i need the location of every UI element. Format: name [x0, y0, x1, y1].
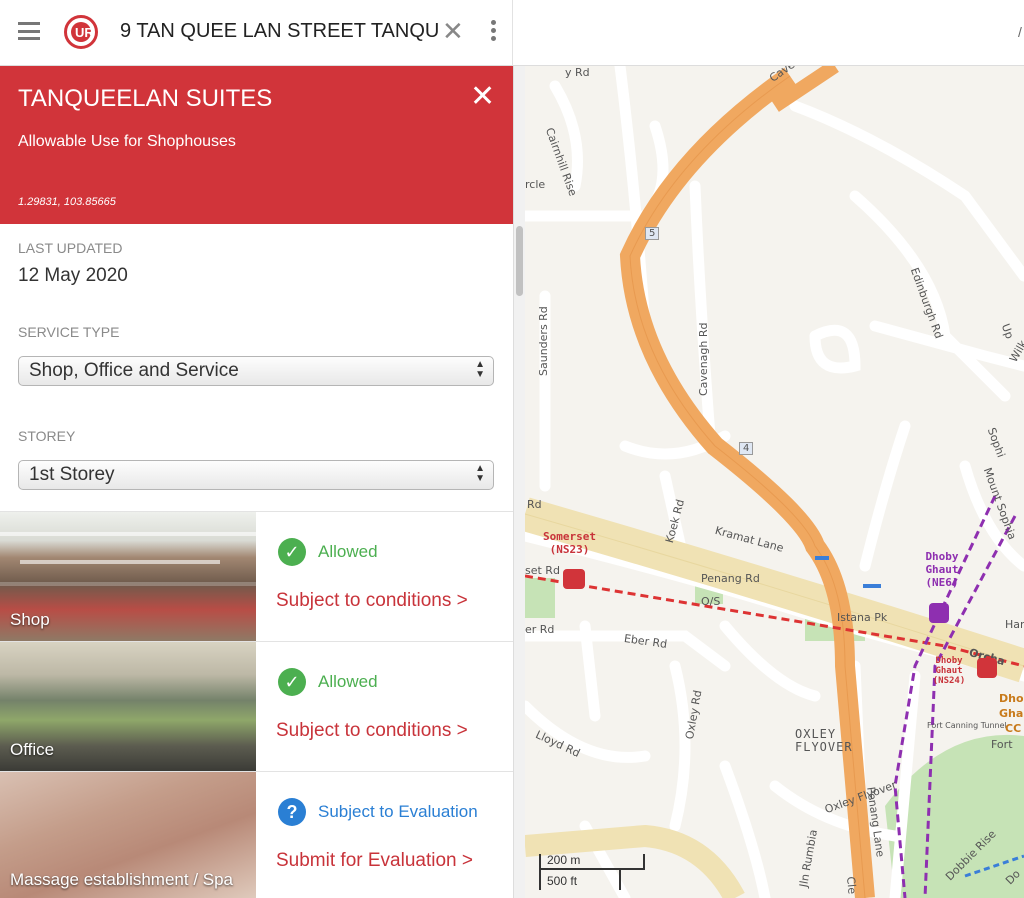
logo-text: UR	[75, 25, 94, 40]
question-icon: ?	[278, 798, 306, 826]
train-icon	[929, 603, 949, 623]
shop-photo: Shop	[0, 512, 256, 642]
service-type-value: Shop, Office and Service	[29, 360, 239, 381]
street-label: Cle	[844, 876, 859, 895]
use-name: Massage establishment / Spa	[10, 870, 234, 889]
station-code: (NS23)	[549, 543, 590, 556]
street-label: Dhol	[999, 692, 1024, 705]
station-code: (NS24)	[932, 676, 966, 686]
search-bar: UR 9 TAN QUEE LAN STREET TANQU ✕	[0, 0, 513, 66]
mrt-station-dhoby-ghaut-ns[interactable]: Dhoby Ghaut (NS24)	[929, 656, 969, 686]
street-label: Rd	[527, 498, 542, 511]
station-code: (NE6)	[925, 576, 959, 589]
storey-label: STOREY	[18, 428, 76, 444]
submit-for-evaluation-link[interactable]: Submit for Evaluation >	[276, 850, 473, 872]
train-icon	[977, 658, 997, 678]
route-marker: 4	[739, 442, 754, 455]
clear-search-icon[interactable]: ✕	[442, 18, 464, 44]
street-label: y Rd	[565, 66, 590, 79]
spa-photo: Massage establishment / Spa	[0, 772, 256, 898]
route-marker: 5	[645, 227, 660, 240]
storey-value: 1st Storey	[29, 464, 115, 485]
select-arrows-icon: ▲ ▼	[475, 359, 485, 380]
more-options-icon[interactable]	[491, 20, 497, 42]
oxley-flyover-label: OXLEY FLYOVER	[795, 727, 853, 754]
last-updated-value: 12 May 2020	[18, 265, 128, 286]
subject-to-conditions-link[interactable]: Subject to conditions >	[276, 720, 468, 742]
panel-subtitle: Allowable Use for Shophouses	[18, 133, 236, 150]
storey-select[interactable]: 1st Storey ▲ ▼	[18, 460, 494, 490]
use-row-shop[interactable]: Shop ✓ Allowed Subject to conditions >	[0, 511, 513, 642]
street-label: Fort Canning Tunnel	[927, 721, 1007, 730]
select-arrows-icon: ▲ ▼	[475, 463, 485, 484]
hamburger-menu-icon[interactable]	[18, 22, 40, 40]
office-photo: Office	[0, 642, 256, 772]
property-title: TANQUEELAN SUITES	[18, 85, 273, 112]
scale-imperial: 500 ft	[547, 874, 578, 888]
scale-metric: 200 m	[547, 853, 581, 867]
top-bar: UR 9 TAN QUEE LAN STREET TANQU ✕ /	[0, 0, 1024, 66]
street-label: er Rd	[525, 623, 555, 636]
street-label: O/S	[701, 595, 721, 608]
map-view[interactable]: 5 4 Cairnhill Rise Saunders Rd Cavenagh …	[525, 66, 1024, 898]
status-text: Subject to Evaluation	[318, 802, 478, 821]
street-label: Saunders Rd	[537, 306, 550, 376]
street-label: Penang Rd	[701, 572, 760, 585]
use-row-spa[interactable]: Massage establishment / Spa ? Subject to…	[0, 771, 513, 898]
station-name: Dhoby Ghaut	[935, 656, 963, 676]
check-icon: ✓	[278, 668, 306, 696]
train-icon	[563, 569, 585, 589]
use-name: Shop	[10, 610, 50, 629]
station-name: Somerset	[543, 530, 596, 543]
scrollbar-thumb[interactable]	[516, 226, 523, 296]
street-label: CC	[1005, 722, 1022, 735]
mrt-station-somerset[interactable]: Somerset (NS23)	[543, 530, 596, 556]
street-label: Han	[1005, 618, 1024, 631]
status-text: Allowed	[318, 672, 378, 691]
map-scale: 200 m 500 ft	[539, 850, 645, 892]
street-label: set Rd	[525, 564, 560, 577]
ura-logo: UR	[64, 15, 98, 49]
use-row-office[interactable]: Office ✓ Allowed Subject to conditions >	[0, 641, 513, 772]
service-type-label: SERVICE TYPE	[18, 324, 120, 340]
street-label: Ghai	[999, 707, 1024, 720]
subject-to-conditions-link[interactable]: Subject to conditions >	[276, 590, 468, 612]
status: ? Subject to Evaluation	[278, 798, 478, 826]
station-name: Dhoby Ghaut	[925, 550, 959, 576]
last-updated-label: LAST UPDATED	[18, 240, 123, 256]
close-panel-icon[interactable]: ✕	[470, 82, 495, 112]
check-icon: ✓	[278, 538, 306, 566]
street-label: Fort	[991, 738, 1013, 751]
service-type-select[interactable]: Shop, Office and Service ▲ ▼	[18, 356, 494, 386]
panel-scrollbar[interactable]	[513, 66, 525, 898]
info-panel: TANQUEELAN SUITES ✕ Allowable Use for Sh…	[0, 66, 513, 898]
status: ✓ Allowed	[278, 668, 378, 696]
mrt-station-dhoby-ghaut-ne[interactable]: Dhoby Ghaut (NE6)	[921, 550, 963, 589]
map-toolbar-glyph: /	[1018, 24, 1022, 40]
use-name: Office	[10, 740, 55, 759]
map-canvas	[525, 66, 1024, 898]
search-input[interactable]: 9 TAN QUEE LAN STREET TANQU	[120, 20, 438, 43]
status: ✓ Allowed	[278, 538, 378, 566]
coordinates: 1.29831, 103.85665	[18, 196, 116, 208]
street-label: rcle	[525, 178, 546, 191]
street-label: Cavenagh Rd	[697, 322, 710, 397]
panel-header: TANQUEELAN SUITES ✕ Allowable Use for Sh…	[0, 66, 513, 224]
street-label: Istana Pk	[837, 611, 888, 624]
status-text: Allowed	[318, 542, 378, 561]
